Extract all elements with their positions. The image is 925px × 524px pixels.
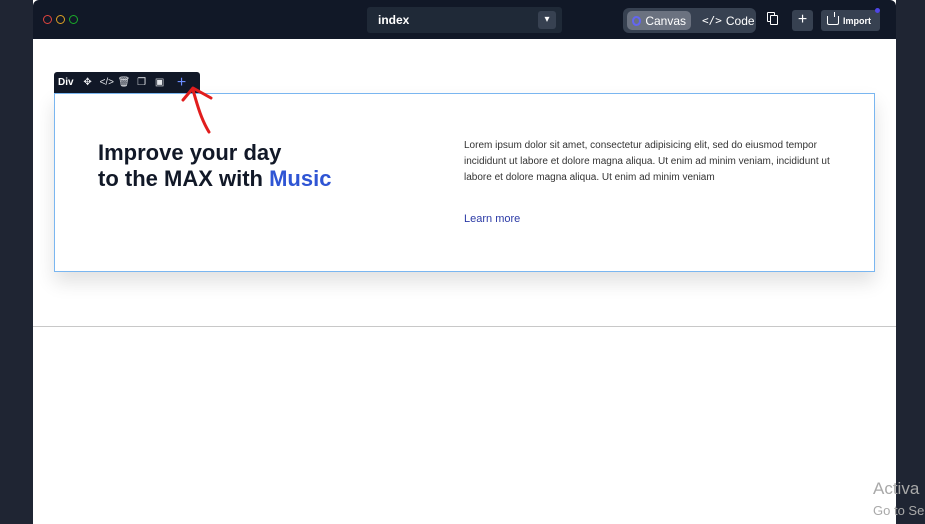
code-icon: </> [702,14,722,27]
hero-heading-line2: to the MAX with Music [98,166,428,192]
move-icon[interactable]: ✥ [82,77,94,88]
import-label: Import [843,15,871,26]
mode-toggle: Canvas </> Code [623,8,756,33]
chevron-down-icon[interactable]: ▾ [538,11,556,29]
duplicate-icon[interactable]: ❐ [136,77,148,88]
page-selector[interactable]: index ▾ [367,7,562,33]
maximize-window-button[interactable] [69,15,78,24]
canvas-mode-button[interactable]: Canvas [627,11,691,30]
trash-icon[interactable]: 🗑︎ [118,77,131,88]
hero-heading-line1: Improve your day [98,140,282,165]
code-mode-button[interactable]: </> Code [697,11,755,30]
learn-more-link[interactable]: Learn more [464,213,520,225]
element-tag-label: Div [58,77,74,88]
element-toolbar: Div ✥ </> 🗑︎ ❐ ▣ + [54,72,200,93]
canvas-icon [632,15,642,26]
ai-robot-icon[interactable]: ▣ [154,77,166,88]
top-bar: index ▾ Canvas </> Code + Import [33,0,896,39]
watermark-line2: Go to Se [873,503,925,518]
add-button[interactable]: + [792,10,813,31]
minimize-window-button[interactable] [56,15,65,24]
page-selector-value: index [378,13,410,27]
hero-heading: Improve your day to the MAX with Music [98,140,428,192]
close-window-button[interactable] [43,15,52,24]
import-button[interactable]: Import [821,10,880,31]
code-mode-label: Code [725,13,755,28]
window-controls [43,15,78,24]
annotation-arrow-icon [181,86,213,134]
canvas-mode-label: Canvas [645,13,686,28]
hero-heading-accent: Music [269,166,332,191]
windows-activation-watermark: Activa Go to Se [873,478,924,522]
copy-icon[interactable] [767,12,779,26]
hero-heading-line2-text: to the MAX with [98,166,270,191]
watermark-line1: Activa [873,479,920,498]
editor-window: index ▾ Canvas </> Code + Import Div ✥ <… [33,0,896,524]
import-icon [827,12,839,25]
notification-dot [875,8,880,13]
code-icon[interactable]: </> [100,77,114,88]
hero-paragraph: Lorem ipsum dolor sit amet, consectetur … [464,140,830,183]
